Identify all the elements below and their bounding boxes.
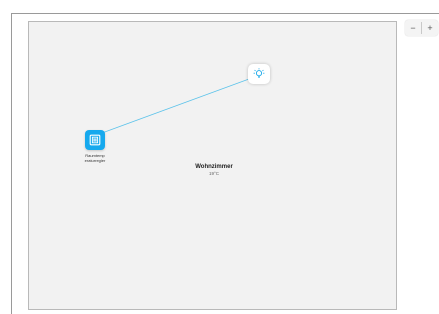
zoom-controls: − + [405, 20, 438, 36]
connection-line [101, 78, 250, 134]
thermostat-icon [89, 134, 101, 146]
thermostat-label-line-2: eraturregler [84, 158, 106, 163]
room-name: Wohnzimmer [195, 164, 233, 170]
window-border-left [11, 13, 12, 314]
room-temperature: 19°C [208, 171, 220, 176]
light-node[interactable] [248, 64, 270, 84]
lightbulb-icon [253, 68, 265, 79]
thermostat-node[interactable] [85, 130, 105, 150]
room-canvas[interactable]: Raumtemp eraturregler Wohnzimmer 19°C [28, 21, 397, 310]
zoom-in-button[interactable]: + [422, 20, 438, 36]
window-border-top [11, 13, 439, 14]
zoom-out-button[interactable]: − [405, 20, 421, 36]
thermostat-label: Raumtemp eraturregler [74, 153, 116, 163]
